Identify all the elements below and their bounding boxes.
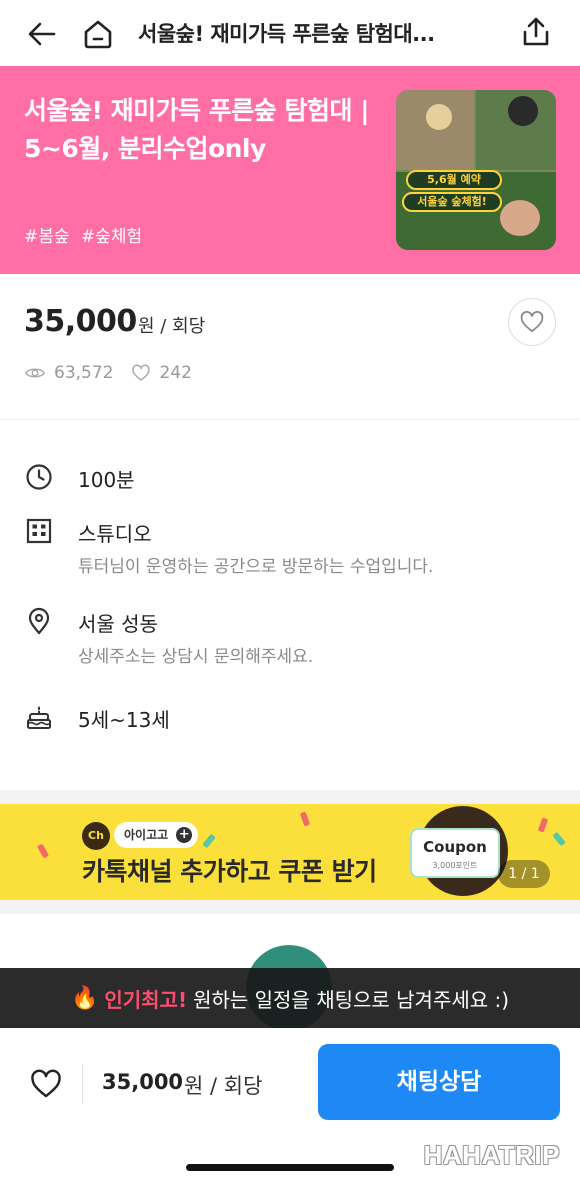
divider bbox=[82, 1064, 83, 1104]
kakao-channel-logo: Ch bbox=[82, 822, 110, 850]
home-button[interactable] bbox=[78, 14, 118, 54]
share-icon bbox=[523, 17, 549, 46]
popular-toast: 🔥 인기최고! 원하는 일정을 채팅으로 남겨주세요 :) bbox=[0, 968, 580, 1028]
top-nav: 서울숲! 재미가득 푸른숲 탐험대... bbox=[0, 0, 580, 66]
confetti bbox=[202, 833, 216, 849]
tag[interactable]: #봄숲 bbox=[24, 227, 70, 247]
home-icon bbox=[84, 20, 112, 49]
plus-icon: + bbox=[176, 827, 193, 843]
building-icon bbox=[24, 516, 54, 546]
home-indicator[interactable] bbox=[186, 1164, 394, 1171]
coupon-banner[interactable]: Ch 아이고고 + 카톡채널 추가하고 쿠폰 받기 Coupon 3,000포인… bbox=[0, 804, 580, 900]
toast-message: 원하는 일정을 채팅으로 남겨주세요 :) bbox=[193, 987, 510, 1012]
banner-pager: 1 / 1 bbox=[498, 860, 550, 888]
confetti bbox=[537, 817, 549, 833]
heart-outline-icon bbox=[132, 364, 151, 381]
thumbnail-badge: 서울숲 숲체험! bbox=[402, 192, 502, 212]
hero-tags: #봄숲 #숲체험 bbox=[24, 222, 148, 247]
price-section: 35,000 원 / 회당 63,572 242 bbox=[0, 274, 580, 420]
fire-icon: 🔥 bbox=[70, 985, 99, 1011]
coupon-card: Coupon 3,000포인트 bbox=[410, 828, 500, 878]
info-main-text: 100분 bbox=[78, 468, 135, 492]
coupon-card-title: Coupon bbox=[423, 838, 487, 856]
tag[interactable]: #숲체험 bbox=[81, 227, 142, 247]
arrow-left-icon bbox=[28, 22, 56, 46]
location-pin-icon bbox=[24, 606, 54, 636]
channel-name-pill: 아이고고 + bbox=[114, 822, 199, 848]
clock-icon bbox=[24, 462, 54, 492]
heart-icon bbox=[520, 311, 544, 333]
thumbnail-badge: 5,6월 예약 bbox=[406, 170, 502, 190]
info-main-text: 스튜디오 bbox=[78, 522, 152, 546]
back-button[interactable] bbox=[22, 14, 62, 54]
like-count: 242 bbox=[131, 363, 192, 383]
stats-row: 63,572 242 bbox=[24, 362, 210, 384]
hero-banner: 서울숲! 재미가득 푸른숲 탐험대 | 5~6월, 분리수업only #봄숲 #… bbox=[0, 66, 580, 274]
bottom-price-unit: 원 / 회당 bbox=[184, 1074, 263, 1098]
heart-icon bbox=[31, 1069, 61, 1098]
confetti bbox=[552, 831, 566, 847]
like-count-value: 242 bbox=[159, 363, 192, 383]
bottom-action-bar: 35,000 원 / 회당 채팅상담 HAHATRIP bbox=[0, 1028, 580, 1185]
confetti bbox=[299, 811, 311, 827]
chat-consult-button[interactable]: 채팅상담 bbox=[318, 1044, 560, 1120]
info-sub-text: 상세주소는 상담시 문의해주세요. bbox=[78, 647, 314, 667]
class-info-list: 100분 스튜디오 튜터님이 운영하는 공간으로 방문하는 수업입니다. 서울 … bbox=[0, 420, 580, 800]
bottom-price: 35,000 bbox=[102, 1070, 184, 1094]
coupon-headline: 카톡채널 추가하고 쿠폰 받기 bbox=[82, 857, 377, 886]
info-main-text: 서울 성동 bbox=[78, 612, 158, 636]
price-value: 35,000 bbox=[24, 304, 137, 339]
info-main-text: 5세~13세 bbox=[78, 708, 170, 732]
channel-name: 아이고고 bbox=[124, 828, 169, 842]
toast-highlight: 인기최고! bbox=[104, 987, 188, 1012]
watermark: HAHATRIP bbox=[423, 1140, 560, 1170]
favorite-button[interactable] bbox=[508, 298, 556, 346]
cake-icon bbox=[24, 702, 54, 732]
wishlist-button[interactable] bbox=[28, 1066, 64, 1102]
view-count: 63,572 bbox=[24, 362, 113, 384]
section-divider bbox=[0, 900, 580, 914]
view-count-value: 63,572 bbox=[54, 363, 114, 383]
page-title: 서울숲! 재미가득 푸른숲 탐험대... bbox=[138, 22, 435, 46]
eye-icon bbox=[24, 368, 46, 378]
share-button[interactable] bbox=[516, 12, 556, 52]
price-unit: 원 / 회당 bbox=[138, 316, 206, 337]
section-divider bbox=[0, 790, 580, 804]
coupon-card-sub: 3,000포인트 bbox=[432, 861, 478, 870]
info-sub-text: 튜터님이 운영하는 공간으로 방문하는 수업입니다. bbox=[78, 557, 434, 577]
hero-title: 서울숲! 재미가득 푸른숲 탐험대 | 5~6월, 분리수업only bbox=[24, 96, 369, 163]
confetti bbox=[36, 843, 50, 859]
hero-thumbnail[interactable]: 5,6월 예약 서울숲 숲체험! bbox=[396, 90, 556, 250]
